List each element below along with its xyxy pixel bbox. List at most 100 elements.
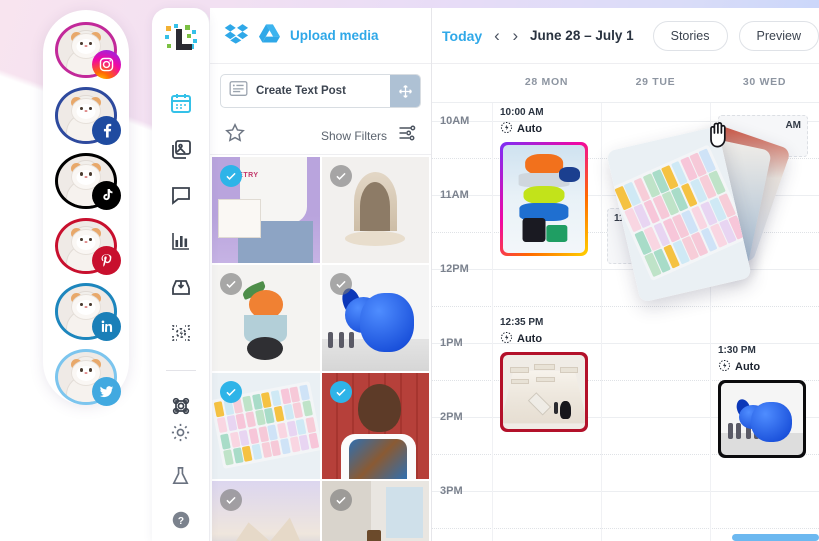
- post-1235pm-monday[interactable]: 12:35 PM Auto: [500, 317, 588, 432]
- calendar-grid[interactable]: 10AM 11AM 12PM 1PM 2PM 3PM 10:00 AM Auto: [432, 102, 819, 541]
- event-auto-label: Auto: [517, 123, 543, 135]
- event-auto-label: Auto: [735, 361, 761, 373]
- stories-button[interactable]: Stories: [652, 20, 728, 51]
- post-130pm-wednesday[interactable]: 1:30 PM Auto: [718, 345, 806, 458]
- media-select-checkbox[interactable]: [329, 489, 352, 511]
- nav-icon-list: [165, 90, 196, 419]
- flask-icon[interactable]: [168, 463, 194, 489]
- half-hour-line: [432, 528, 819, 529]
- media-item-smiling-portrait[interactable]: [321, 373, 429, 479]
- media-select-checkbox[interactable]: [220, 489, 242, 511]
- time-label-5: 3PM: [440, 485, 463, 497]
- question-mark-icon[interactable]: ?: [168, 507, 194, 533]
- auto-publish-icon: [500, 331, 513, 347]
- sidebar-item-integrations[interactable]: [168, 393, 194, 419]
- sidebar-item-collect[interactable]: [168, 274, 194, 300]
- sidebar-item-link-in-bio[interactable]: [168, 320, 194, 346]
- account-instagram[interactable]: [55, 22, 121, 80]
- sliders-icon[interactable]: [397, 123, 417, 148]
- time-label-2: 12PM: [440, 263, 469, 275]
- create-text-post-label: Create Text Post: [256, 85, 346, 97]
- text-post-icon: [229, 80, 248, 102]
- horizontal-scrollbar[interactable]: [432, 534, 819, 541]
- event-time: 12:35 PM: [500, 317, 544, 328]
- move-handle-icon[interactable]: [390, 75, 420, 107]
- calendar-toolbar: Today ‹ › June 28 – July 1 Stories Previ…: [432, 8, 819, 64]
- dragged-media-stack[interactable]: [602, 122, 802, 323]
- dropbox-icon[interactable]: [224, 23, 249, 49]
- svg-text:?: ?: [177, 516, 183, 527]
- hour-line: [432, 343, 819, 344]
- event-time: 1:30 PM: [718, 345, 756, 356]
- auto-publish-icon: [500, 121, 513, 137]
- grabbing-hand-cursor: [706, 119, 732, 154]
- later-logo[interactable]: [163, 22, 199, 58]
- account-linkedin[interactable]: [55, 283, 121, 341]
- media-item-kitchen-counter[interactable]: [321, 481, 429, 541]
- account-tiktok[interactable]: [55, 152, 121, 210]
- account-twitter[interactable]: [55, 348, 121, 406]
- upload-bar: Upload media: [210, 8, 431, 64]
- media-item-orange-balance[interactable]: [212, 265, 320, 371]
- day-header-1: 29 TUE: [635, 76, 676, 88]
- hour-line: [432, 491, 819, 492]
- event-thumbnail[interactable]: [718, 380, 806, 458]
- chevron-left-icon[interactable]: ‹: [493, 26, 500, 46]
- twitter-icon: [92, 376, 121, 406]
- preview-button[interactable]: Preview: [738, 20, 819, 51]
- media-grid: POETRY: [210, 155, 431, 541]
- media-select-checkbox[interactable]: [220, 273, 242, 295]
- account-facebook[interactable]: [55, 87, 121, 145]
- auto-publish-icon: [718, 359, 731, 375]
- event-time: 10:00 AM: [500, 107, 544, 118]
- media-item-blue-balloon-dog[interactable]: [321, 265, 429, 371]
- event-auto-row: Auto: [718, 359, 806, 375]
- time-label-3: 1PM: [440, 337, 463, 349]
- gear-icon[interactable]: [168, 419, 194, 445]
- account-switcher: [43, 10, 129, 406]
- sidebar-item-media[interactable]: [168, 136, 194, 162]
- media-select-checkbox[interactable]: [329, 381, 352, 403]
- instagram-icon: [92, 50, 121, 80]
- time-label-1: 11AM: [440, 189, 469, 201]
- primary-nav-rail: ?: [152, 8, 210, 541]
- media-item-poetry-shirt[interactable]: POETRY: [212, 157, 320, 263]
- tiktok-icon: [92, 180, 121, 210]
- media-item-arch-podium[interactable]: [321, 157, 429, 263]
- nav-bottom-group: ?: [162, 419, 200, 541]
- media-select-checkbox[interactable]: [329, 273, 352, 295]
- media-select-checkbox[interactable]: [329, 165, 352, 187]
- media-item-pastel-keyboard[interactable]: [212, 373, 320, 479]
- filter-bar: Show Filters: [210, 117, 431, 155]
- linkedin-icon: [92, 311, 121, 341]
- event-auto-label: Auto: [517, 333, 543, 345]
- day-header-2: 30 WED: [742, 76, 787, 88]
- account-pinterest[interactable]: [55, 217, 121, 276]
- time-label-4: 2PM: [440, 411, 463, 423]
- create-text-post-wrap: Create Text Post: [210, 64, 431, 117]
- today-button[interactable]: Today: [442, 28, 482, 44]
- event-auto-row: Auto: [500, 331, 588, 347]
- post-10am-monday[interactable]: 10:00 AM Auto: [500, 107, 588, 256]
- star-icon[interactable]: [224, 122, 246, 149]
- day-header-0: 28 MON: [524, 76, 569, 88]
- google-drive-icon[interactable]: [258, 23, 281, 49]
- media-select-checkbox[interactable]: [220, 381, 242, 403]
- chevron-right-icon[interactable]: ›: [512, 26, 519, 46]
- sidebar-item-conversations[interactable]: [168, 182, 194, 208]
- show-filters-label[interactable]: Show Filters: [321, 129, 387, 143]
- upload-media-link[interactable]: Upload media: [290, 28, 379, 43]
- facebook-icon: [92, 115, 121, 145]
- event-thumbnail[interactable]: [500, 352, 588, 432]
- media-select-checkbox[interactable]: [220, 165, 242, 187]
- media-item-mountain-watercolor[interactable]: [212, 481, 320, 541]
- event-thumbnail[interactable]: [500, 142, 588, 256]
- sidebar-item-calendar[interactable]: [168, 90, 194, 116]
- create-text-post-button[interactable]: Create Text Post: [220, 74, 421, 108]
- time-label-0: 10AM: [440, 115, 470, 127]
- nav-divider: [165, 370, 196, 371]
- date-range-label: June 28 – July 1: [530, 28, 634, 43]
- calendar-panel: Today ‹ › June 28 – July 1 Stories Previ…: [432, 8, 819, 541]
- sidebar-item-analytics[interactable]: [168, 228, 194, 254]
- day-header-row: 28 MON 29 TUE 30 WED: [432, 64, 819, 102]
